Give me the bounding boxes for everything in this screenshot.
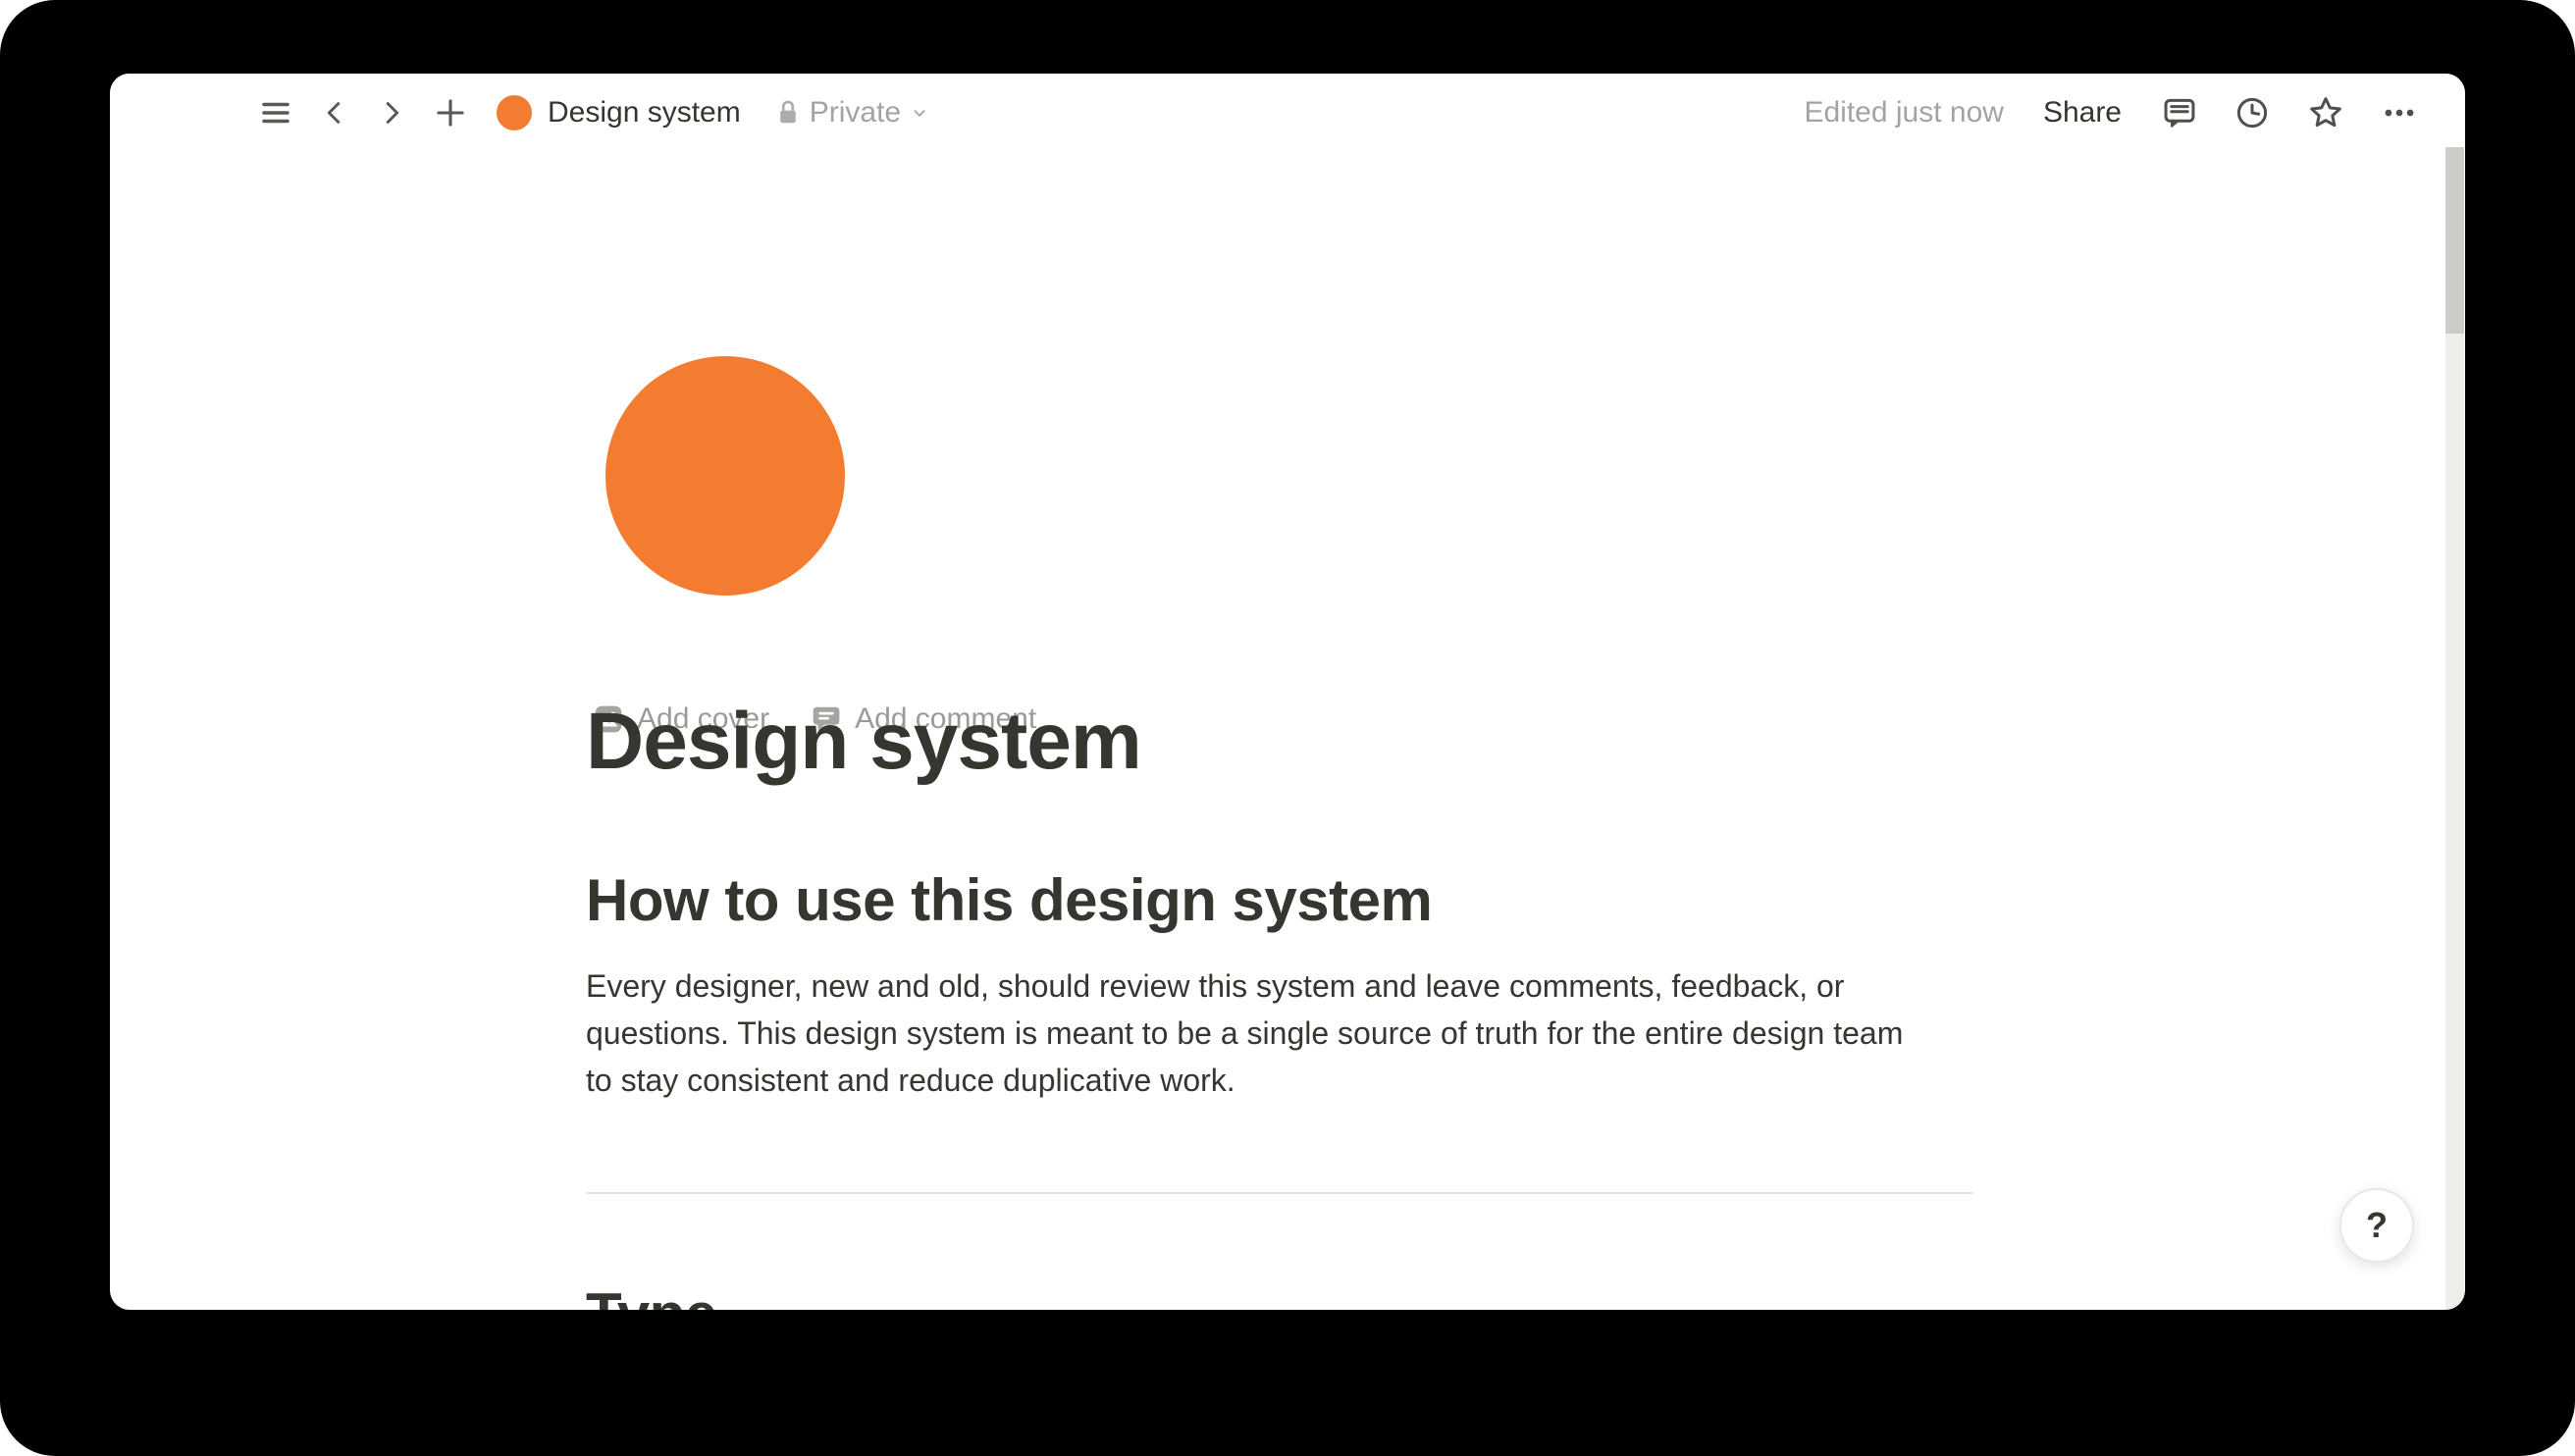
window-shadow-backdrop: Design system Private xyxy=(0,0,2575,1456)
edited-status: Edited just now xyxy=(1804,98,2003,128)
paragraph-line: to stay consistent and reduce duplicativ… xyxy=(586,1057,1903,1104)
ellipsis-icon xyxy=(2381,94,2418,131)
hamburger-menu-icon xyxy=(259,96,292,130)
star-icon xyxy=(2306,93,2345,132)
back-button[interactable] xyxy=(320,96,349,130)
forward-button[interactable] xyxy=(377,96,406,130)
breadcrumb-page-title: Design system xyxy=(548,98,741,128)
privacy-dropdown[interactable]: Private xyxy=(776,98,930,128)
intro-paragraph[interactable]: Every designer, new and old, should revi… xyxy=(586,962,1903,1104)
more-options-button[interactable] xyxy=(2381,94,2418,131)
favorite-button[interactable] xyxy=(2306,93,2345,132)
updates-button[interactable] xyxy=(2233,94,2271,131)
chevron-down-icon xyxy=(909,102,930,124)
chevron-right-icon xyxy=(377,96,406,130)
paragraph-line: Every designer, new and old, should revi… xyxy=(586,962,1903,1010)
share-button[interactable]: Share xyxy=(2043,98,2122,128)
toolbar: Design system Private xyxy=(110,74,2465,152)
page-title[interactable]: Design system xyxy=(586,696,1141,788)
help-button[interactable]: ? xyxy=(2339,1188,2414,1263)
page-dot-icon xyxy=(497,95,532,130)
section-heading-how-to-use[interactable]: How to use this design system xyxy=(586,868,1432,933)
scrollbar-thumb[interactable] xyxy=(2445,147,2464,334)
page-content: Add cover Add comment Design system How … xyxy=(110,152,2465,1310)
breadcrumb[interactable]: Design system xyxy=(497,95,741,130)
lock-icon xyxy=(776,98,800,128)
clock-icon xyxy=(2233,94,2271,131)
new-page-button[interactable] xyxy=(434,96,467,130)
notion-app-window: Design system Private xyxy=(110,74,2465,1310)
paragraph-line: questions. This design system is meant t… xyxy=(586,1010,1903,1057)
comment-bubble-icon xyxy=(2161,94,2198,131)
plus-icon xyxy=(434,96,467,130)
divider xyxy=(586,1192,1973,1194)
scrollbar-track[interactable] xyxy=(2445,147,2464,1310)
privacy-label: Private xyxy=(810,98,901,128)
sidebar-toggle-button[interactable] xyxy=(259,96,292,130)
page-icon-circle[interactable] xyxy=(605,356,845,596)
section-heading-type[interactable]: Type xyxy=(586,1282,717,1310)
comments-button[interactable] xyxy=(2161,94,2198,131)
chevron-left-icon xyxy=(320,96,349,130)
